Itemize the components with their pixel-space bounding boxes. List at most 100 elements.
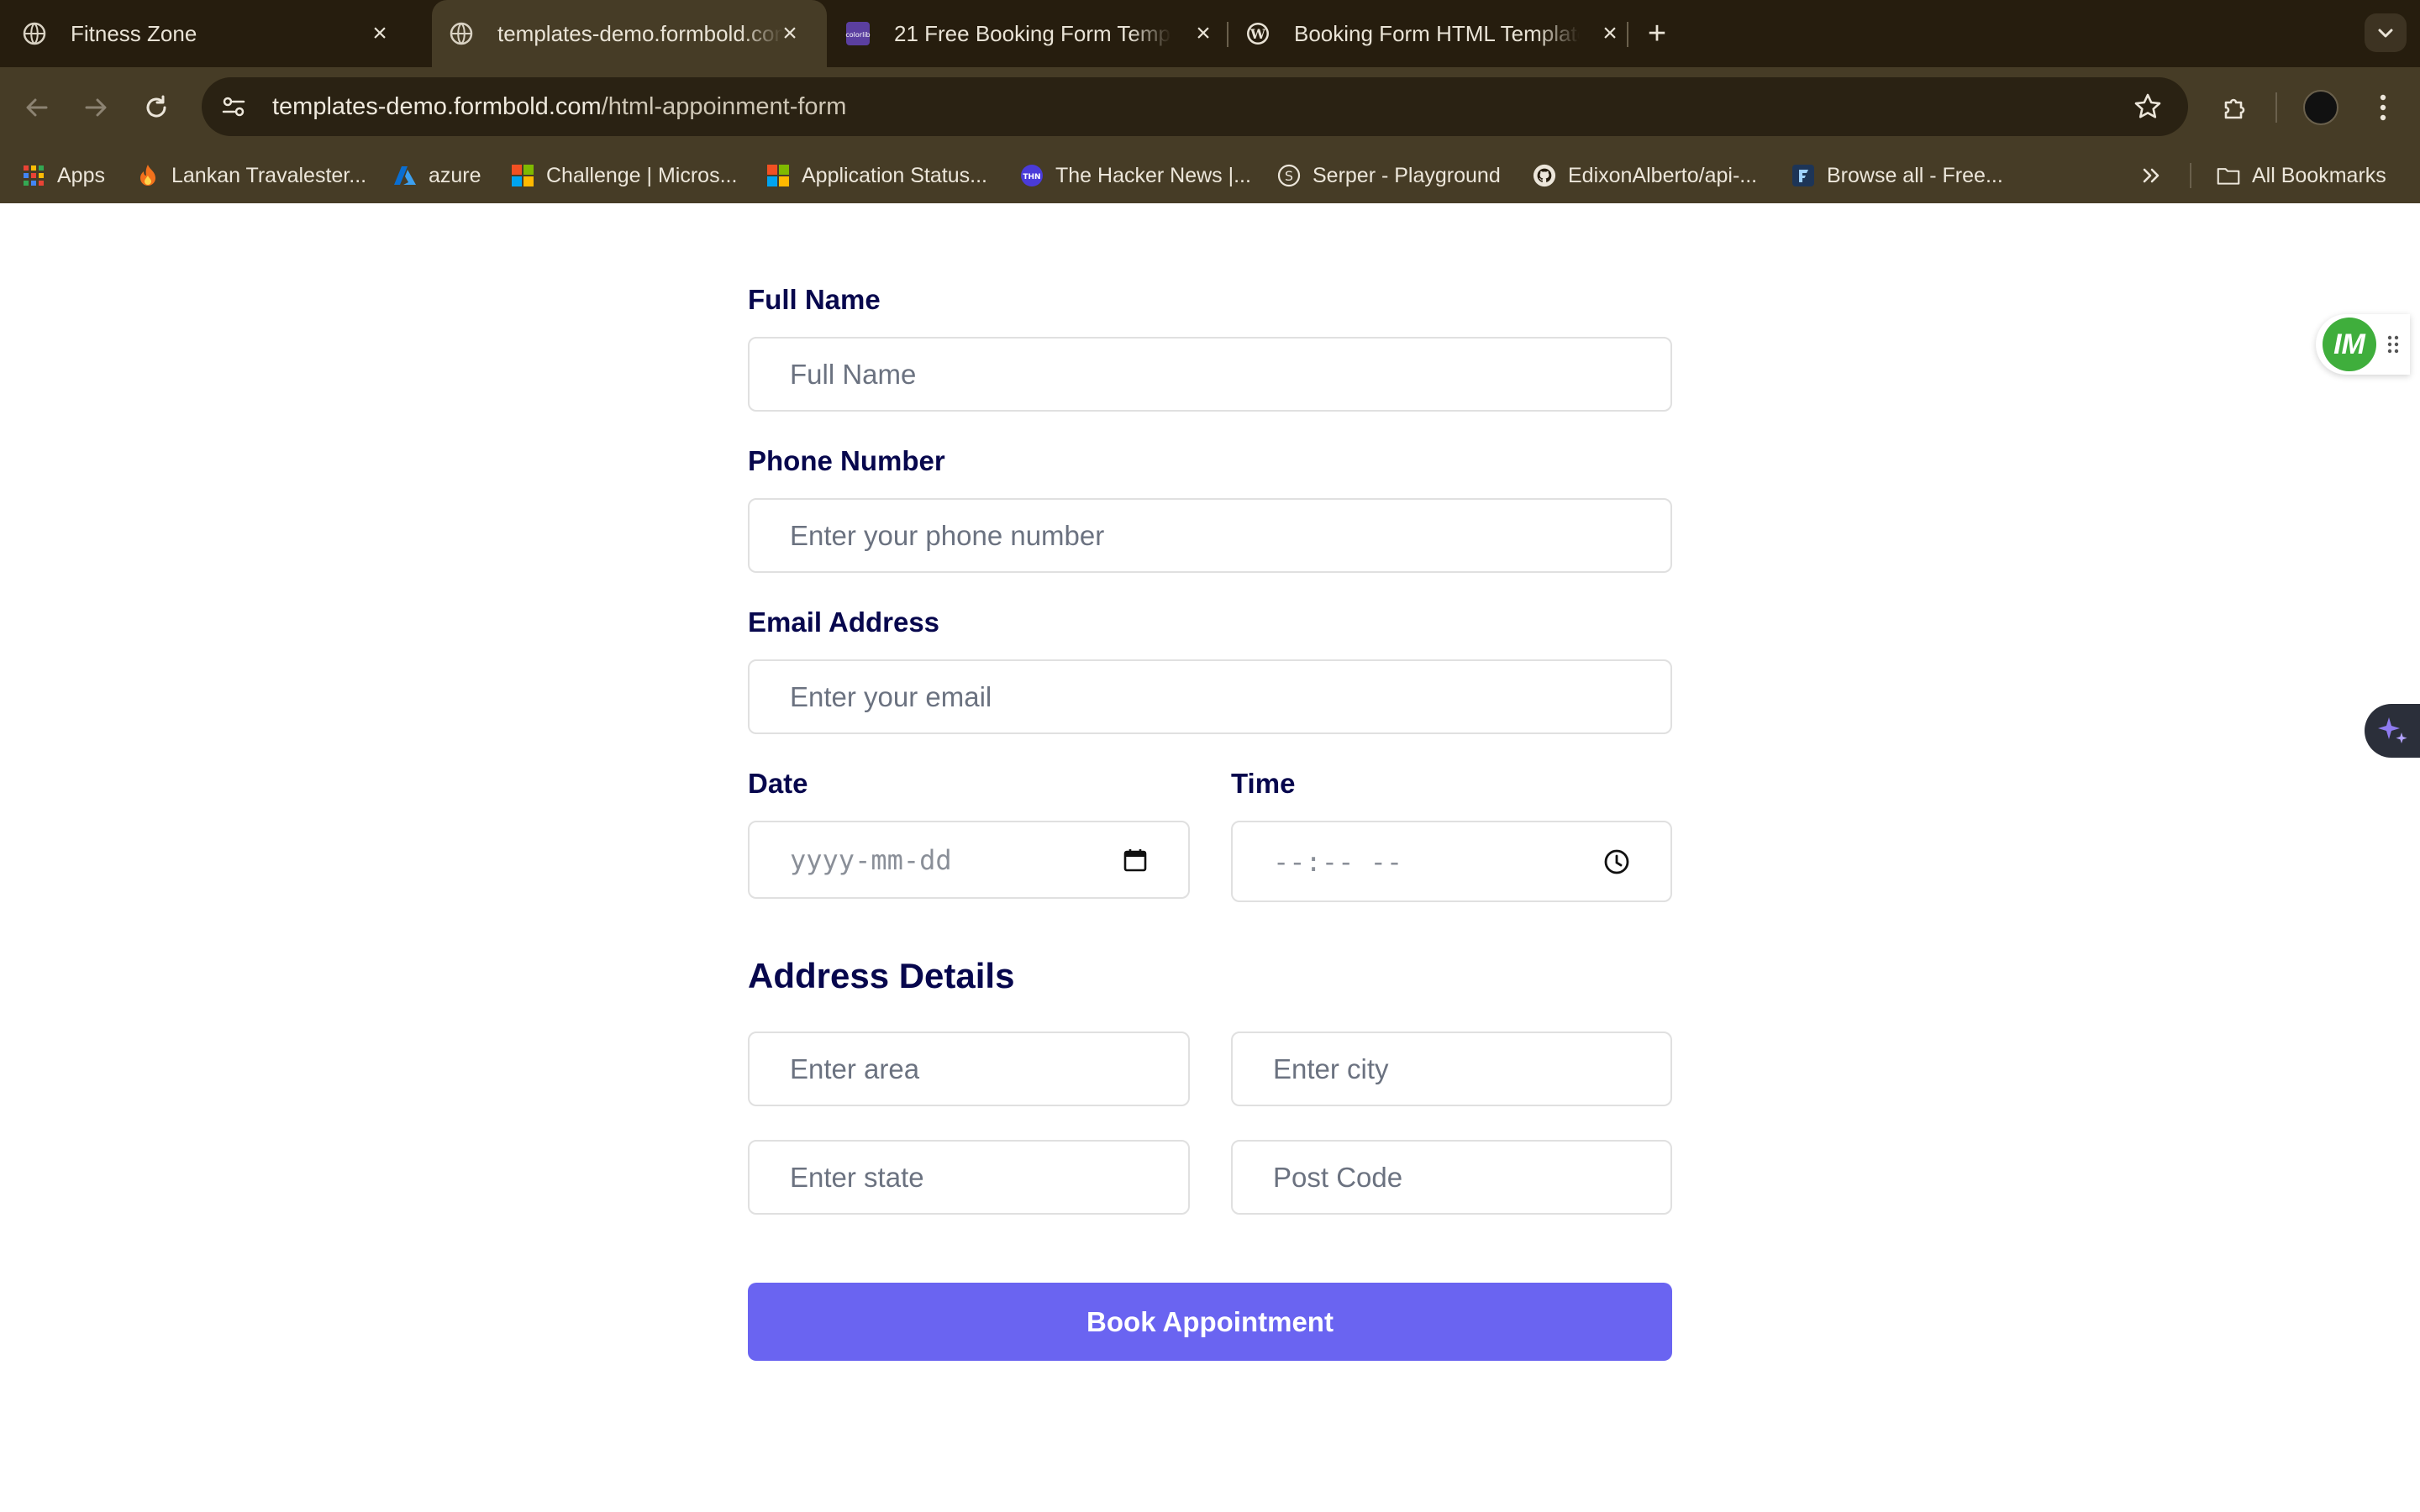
- date-label: Date: [748, 768, 808, 799]
- bookmark-application-status[interactable]: Application Status...: [766, 158, 987, 193]
- close-icon[interactable]: ×: [1190, 19, 1217, 47]
- tab-wordpress[interactable]: W Booking Form HTML Template ×: [1245, 0, 1630, 67]
- azure-icon: [393, 164, 417, 187]
- bookmark-github[interactable]: EdixonAlberto/api-...: [1533, 158, 1757, 193]
- bookmark-label: Browse all - Free...: [1827, 163, 2003, 187]
- bookmark-browse-all[interactable]: Browse all - Free...: [1791, 158, 2003, 193]
- postcode-input[interactable]: Post Code: [1231, 1140, 1672, 1215]
- bookmark-challenge[interactable]: Challenge | Micros...: [511, 158, 737, 193]
- page-content: Full Name Full Name Phone Number Enter y…: [0, 203, 2420, 1512]
- date-input[interactable]: yyyy-mm-dd: [748, 821, 1190, 899]
- bookmark-serper[interactable]: S Serper - Playground: [1277, 158, 1501, 193]
- area-input[interactable]: Enter area: [748, 1032, 1190, 1106]
- placeholder: --:-- --: [1273, 845, 1403, 878]
- svg-text:colorlib: colorlib: [845, 31, 870, 39]
- full-name-input[interactable]: Full Name: [748, 337, 1672, 412]
- placeholder: Enter city: [1273, 1053, 1389, 1084]
- reload-icon: [146, 95, 166, 118]
- bookmark-star-icon[interactable]: [2131, 90, 2165, 123]
- double-chevron-right-icon: [2143, 168, 2160, 183]
- site-info-icon[interactable]: [217, 90, 250, 123]
- tab-separator: [1227, 22, 1228, 47]
- wordpress-icon: W: [1245, 21, 1270, 46]
- bookmarks-bar: Apps Lankan Travalester... azure Challen…: [0, 148, 2420, 203]
- tab-fitness-zone[interactable]: Fitness Zone ×: [22, 0, 417, 67]
- placeholder: Post Code: [1273, 1161, 1403, 1193]
- microsoft-icon: [511, 164, 534, 187]
- time-label: Time: [1231, 768, 1296, 799]
- colorlib-icon: colorlib: [845, 21, 871, 46]
- bookmark-label: Lankan Travalester...: [171, 163, 367, 187]
- menu-button[interactable]: [2366, 86, 2400, 129]
- extension-floating-widget[interactable]: IM: [2316, 314, 2410, 375]
- browser-toolbar: templates-demo.formbold.com/html-appoinm…: [0, 67, 2420, 148]
- full-name-label: Full Name: [748, 284, 881, 315]
- toolbar-divider: [2275, 92, 2277, 123]
- close-icon[interactable]: ×: [366, 19, 393, 47]
- bookmark-apps[interactable]: Apps: [22, 158, 105, 193]
- svg-text:S: S: [1285, 168, 1293, 184]
- tab-formbold[interactable]: templates-demo.formbold.com ×: [432, 0, 827, 67]
- bookmark-label: Application Status...: [802, 163, 987, 187]
- address-bar[interactable]: templates-demo.formbold.com/html-appoinm…: [202, 77, 2188, 136]
- url-domain: templates-demo.formbold.com: [272, 92, 602, 120]
- extension-logo-icon: IM: [2323, 318, 2376, 371]
- time-input[interactable]: --:-- --: [1231, 821, 1672, 902]
- github-icon: [1533, 164, 1556, 187]
- bookmark-azure[interactable]: azure: [393, 158, 481, 193]
- fontawesome-icon: [1791, 164, 1815, 187]
- microsoft-icon: [766, 164, 790, 187]
- bookmark-hacker-news[interactable]: THN The Hacker News |...: [1020, 158, 1251, 193]
- more-bookmarks-button[interactable]: [2139, 158, 2163, 193]
- ai-assistant-button[interactable]: [2365, 704, 2420, 758]
- book-appointment-button[interactable]: Book Appointment: [748, 1283, 1672, 1361]
- phone-label: Phone Number: [748, 445, 945, 476]
- forward-button[interactable]: [77, 89, 114, 126]
- email-label: Email Address: [748, 606, 940, 638]
- more-vert-icon: [2380, 94, 2386, 121]
- new-tab-button[interactable]: +: [1640, 16, 1674, 51]
- bookmark-label: EdixonAlberto/api-...: [1568, 163, 1758, 187]
- url-path: /html-appoinment-form: [601, 92, 847, 120]
- tab-colorlib[interactable]: colorlib 21 Free Booking Form Templates …: [845, 0, 1223, 67]
- tab-title: 21 Free Booking Form Templates: [894, 20, 1171, 46]
- bookmark-lankan[interactable]: Lankan Travalester...: [136, 158, 366, 193]
- placeholder: Enter your phone number: [790, 519, 1105, 551]
- extension-logo-text: IM: [2333, 328, 2365, 360]
- state-input[interactable]: Enter state: [748, 1140, 1190, 1215]
- globe-icon: [449, 21, 474, 46]
- bookmark-label: Challenge | Micros...: [546, 163, 738, 187]
- tab-search-button[interactable]: [2365, 13, 2407, 52]
- placeholder: Full Name: [790, 358, 917, 390]
- url-text: templates-demo.formbold.com/html-appoinm…: [272, 93, 846, 121]
- sparkle-icon: [2378, 717, 2407, 743]
- close-icon[interactable]: ×: [1597, 19, 1623, 47]
- placeholder: Enter area: [790, 1053, 920, 1084]
- serper-icon: S: [1277, 164, 1301, 187]
- bookmarks-divider: [2190, 163, 2191, 188]
- close-icon[interactable]: ×: [776, 19, 803, 47]
- all-bookmarks-button[interactable]: All Bookmarks: [2217, 158, 2386, 193]
- drag-handle-icon: [2387, 335, 2399, 354]
- placeholder: Enter your email: [790, 680, 992, 712]
- calendar-icon[interactable]: [1123, 848, 1148, 873]
- puzzle-icon: [2224, 98, 2245, 119]
- email-input[interactable]: Enter your email: [748, 659, 1672, 734]
- placeholder: yyyy-mm-dd: [790, 843, 952, 876]
- city-input[interactable]: Enter city: [1231, 1032, 1672, 1106]
- profile-button[interactable]: [2299, 86, 2343, 129]
- back-button[interactable]: [18, 89, 55, 126]
- thn-icon: THN: [1020, 164, 1044, 187]
- extensions-button[interactable]: [2213, 86, 2255, 129]
- bookmark-label: Apps: [57, 163, 105, 187]
- reload-button[interactable]: [138, 89, 175, 126]
- fire-icon: [136, 164, 160, 187]
- address-details-title: Address Details: [748, 956, 1015, 995]
- clock-icon[interactable]: [1603, 848, 1630, 875]
- avatar: [2303, 90, 2338, 125]
- phone-input[interactable]: Enter your phone number: [748, 498, 1672, 573]
- back-arrow-icon: [26, 98, 48, 117]
- apps-grid-icon: [22, 164, 45, 187]
- svg-text:THN: THN: [1023, 173, 1040, 181]
- globe-icon: [22, 21, 47, 46]
